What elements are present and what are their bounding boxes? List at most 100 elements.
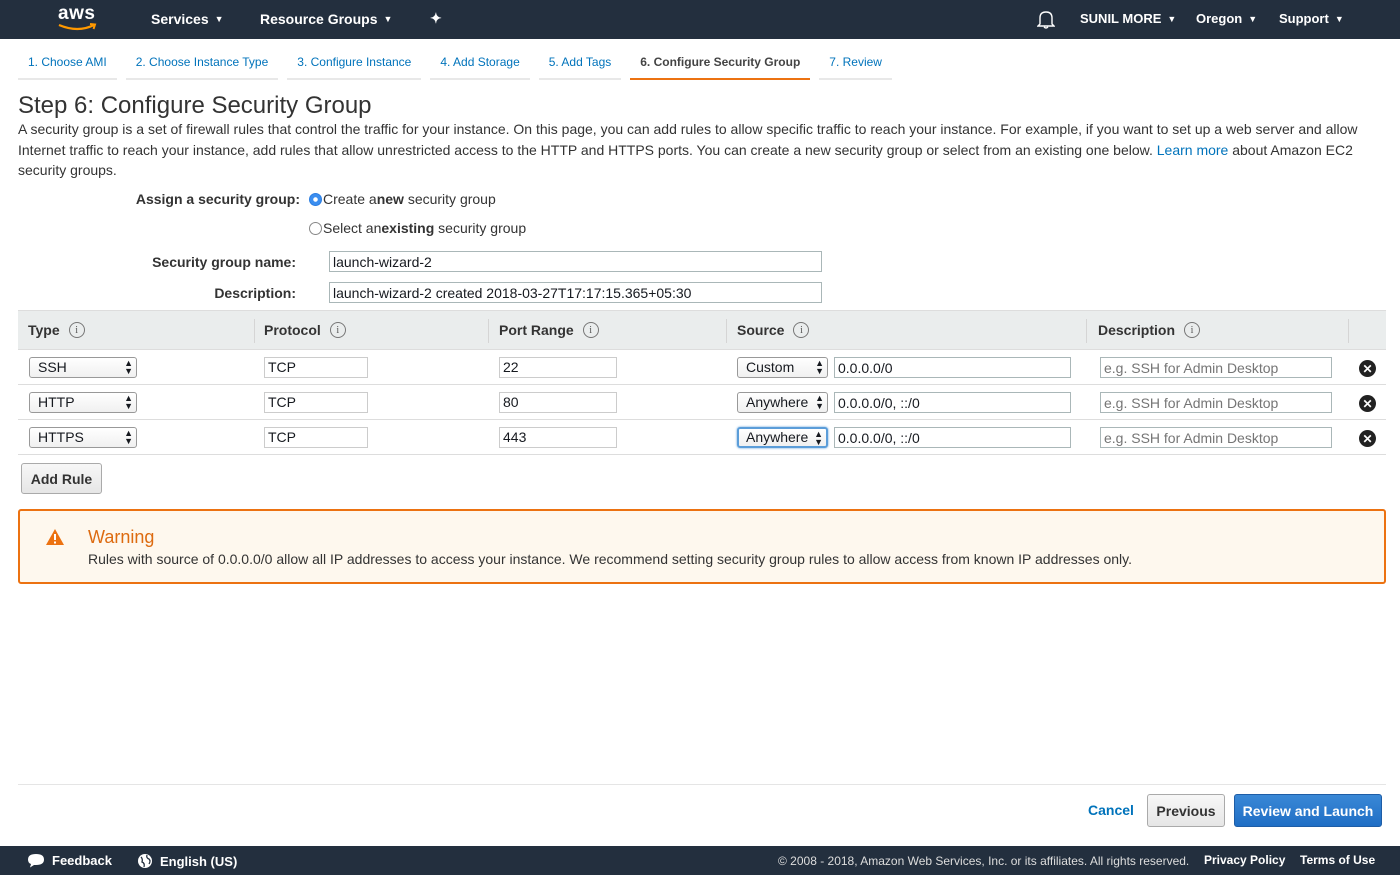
type-select[interactable]: SSH ▲ ▼ [29, 357, 137, 378]
feedback-link[interactable]: Feedback [27, 853, 112, 868]
aws-smile-icon [58, 23, 97, 31]
header-port-range: Port Range i [499, 322, 599, 338]
column-divider [726, 319, 727, 343]
add-rule-button[interactable]: Add Rule [21, 463, 102, 494]
chevron-down-icon: ▼ [1167, 13, 1177, 24]
rules-table-header: Type i Protocol i Port Range i Source i Desc… [18, 310, 1386, 350]
privacy-policy-link[interactable]: Privacy Policy [1204, 853, 1285, 867]
chevron-down-icon: ▼ [1248, 13, 1258, 24]
delete-rule-icon[interactable]: ✕ [1359, 395, 1376, 412]
source-select[interactable]: Custom ▲ ▼ [737, 357, 828, 378]
language-selector[interactable]: English (US) [137, 853, 237, 869]
info-icon[interactable]: i [793, 322, 810, 338]
select-arrows-icon: ▲ ▼ [124, 358, 133, 376]
bell-icon[interactable] [1036, 9, 1056, 32]
radio-select-existing[interactable]: Select an existing security group [309, 220, 526, 236]
header-protocol: Protocol i [264, 322, 346, 338]
table-row: HTTPS ▲▼ TCP 443 Anywhere ▲▼ ✕ [18, 420, 1386, 455]
resource-groups-label: Resource Groups [260, 11, 378, 27]
security-group-name-input[interactable] [329, 251, 822, 272]
select-arrows-icon: ▲ ▼ [124, 393, 133, 411]
header-description: Description i [1098, 322, 1201, 338]
port-range-field: 22 [499, 357, 617, 378]
protocol-field: TCP [264, 392, 368, 413]
tab-add-tags[interactable]: 5. Add Tags [538, 46, 622, 80]
column-divider [254, 319, 255, 343]
info-icon[interactable]: i [329, 322, 346, 338]
header-protocol-label: Protocol [264, 322, 321, 338]
rule-description-input[interactable] [1100, 392, 1332, 413]
column-divider [1348, 319, 1349, 343]
port-range-field: 443 [499, 427, 617, 448]
column-divider [488, 319, 489, 343]
user-menu[interactable]: SUNIL MORE ▼ [1080, 11, 1176, 26]
description-label: Description: [214, 285, 296, 301]
radio-create-new[interactable]: Create a new security group [309, 191, 496, 207]
header-source-label: Source [737, 322, 785, 338]
option-new-prefix: Create a [323, 191, 377, 207]
source-select[interactable]: Anywhere ▲ ▼ [737, 392, 828, 413]
ec2-launch-wizard: aws Services ▼ Resource Groups ▼ ✦ SUNIL… [0, 0, 1400, 875]
aws-logo[interactable]: aws [56, 3, 102, 35]
rule-description-input[interactable] [1100, 427, 1332, 448]
region-label: Oregon [1196, 11, 1243, 26]
divider [18, 784, 1386, 785]
tab-choose-ami[interactable]: 1. Choose AMI [18, 46, 117, 80]
copyright-text: © 2008 - 2018, Amazon Web Services, Inc.… [778, 854, 1190, 868]
page-title: Step 6: Configure Security Group [18, 92, 372, 119]
delete-rule-icon[interactable]: ✕ [1359, 430, 1376, 447]
support-menu[interactable]: Support ▼ [1279, 11, 1344, 26]
tab-review[interactable]: 7. Review [819, 46, 892, 80]
tab-configure-security-group[interactable]: 6. Configure Security Group [630, 46, 811, 80]
tab-add-storage[interactable]: 4. Add Storage [430, 46, 530, 80]
services-menu[interactable]: Services ▼ [151, 11, 224, 27]
rule-description-input[interactable] [1100, 357, 1332, 378]
info-icon[interactable]: i [582, 322, 599, 338]
table-row: HTTP ▲▼ TCP 80 Anywhere ▲▼ ✕ [18, 385, 1386, 420]
source-cidr-input[interactable] [834, 392, 1071, 413]
region-menu[interactable]: Oregon ▼ [1196, 11, 1257, 26]
previous-button[interactable]: Previous [1147, 794, 1225, 827]
chevron-down-icon: ▼ [383, 14, 393, 24]
type-value: HTTP [38, 394, 75, 410]
tab-choose-instance-type[interactable]: 2. Choose Instance Type [125, 46, 279, 80]
table-row: SSH ▲▼ TCP 22 Custom ▲▼ ✕ [18, 350, 1386, 385]
learn-more-link[interactable]: Learn more [1157, 142, 1229, 158]
speech-bubble-icon [28, 854, 44, 868]
option-new-emphasis: new [376, 191, 404, 207]
globe-icon [138, 854, 152, 868]
terms-of-use-link[interactable]: Terms of Use [1300, 853, 1375, 867]
protocol-field: TCP [264, 427, 368, 448]
page-intro: A security group is a set of firewall ru… [18, 119, 1390, 181]
source-type-value: Anywhere [746, 394, 809, 410]
feedback-label: Feedback [52, 853, 112, 868]
header-type: Type i [28, 322, 85, 338]
type-value: HTTPS [38, 429, 84, 445]
source-select[interactable]: Anywhere ▲ ▼ [737, 427, 828, 448]
type-select[interactable]: HTTPS ▲ ▼ [29, 427, 137, 448]
protocol-field: TCP [264, 357, 368, 378]
source-cidr-input[interactable] [834, 427, 1071, 448]
header-source: Source i [737, 322, 810, 338]
source-type-value: Custom [746, 359, 795, 375]
source-cidr-input[interactable] [834, 357, 1071, 378]
description-input[interactable] [329, 282, 822, 303]
info-icon[interactable]: i [1184, 322, 1201, 338]
warning-title: Warning [88, 527, 155, 547]
cancel-button[interactable]: Cancel [1088, 802, 1134, 818]
tab-configure-instance[interactable]: 3. Configure Instance [287, 46, 422, 80]
language-label: English (US) [160, 853, 238, 869]
radio-button[interactable] [309, 221, 322, 235]
header-description-label: Description [1098, 322, 1176, 338]
resource-groups-menu[interactable]: Resource Groups ▼ [260, 11, 392, 27]
radio-button-selected[interactable] [309, 192, 322, 206]
review-and-launch-button[interactable]: Review and Launch [1234, 794, 1382, 827]
delete-rule-icon[interactable]: ✕ [1359, 360, 1376, 377]
pin-icon[interactable]: ✦ [430, 10, 442, 27]
source-type-value: Anywhere [746, 429, 809, 445]
header-port-range-label: Port Range [499, 322, 574, 338]
info-icon[interactable]: i [68, 322, 85, 338]
aws-logo-text: aws [58, 3, 96, 24]
type-select[interactable]: HTTP ▲ ▼ [29, 392, 137, 413]
chevron-down-icon: ▼ [214, 14, 224, 24]
